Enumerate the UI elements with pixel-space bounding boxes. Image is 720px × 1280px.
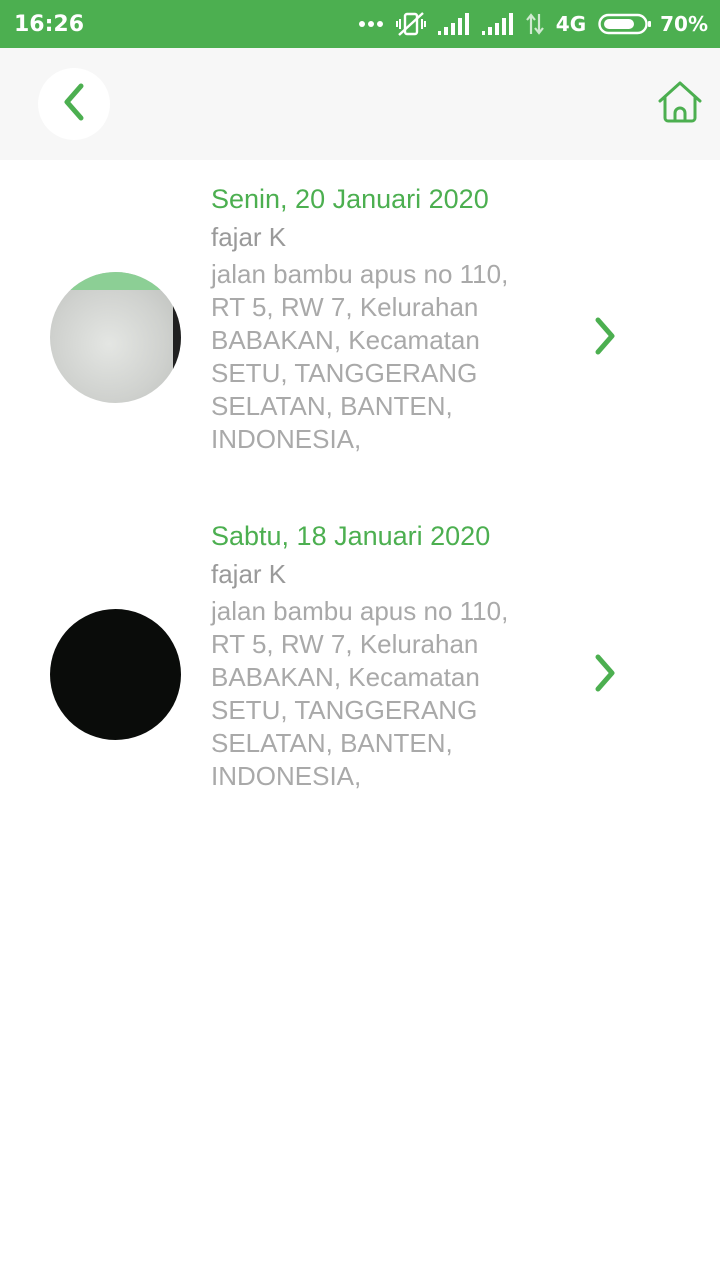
item-open-button[interactable] [590,654,620,697]
status-time: 16:26 [14,11,85,37]
item-name: fajar K [211,222,287,252]
status-icons: 4G 70% [358,11,708,37]
item-details: Senin, 20 Januari 2020 fajar K jalan bam… [211,182,571,456]
home-button[interactable] [654,78,706,130]
network-type: 4G [555,12,587,36]
chevron-right-icon [593,654,617,697]
battery-icon [598,13,652,35]
chevron-left-icon [60,82,88,127]
item-address: jalan bambu apus no 110, RT 5, RW 7, Kel… [211,259,509,454]
signal-icon [481,13,514,35]
avatar [50,272,181,403]
item-details: Sabtu, 18 Januari 2020 fajar K jalan bam… [211,519,571,793]
avatar [50,609,181,740]
list-item[interactable]: Senin, 20 Januari 2020 fajar K jalan bam… [0,160,720,497]
toolbar [0,48,720,160]
item-date: Sabtu, 18 Januari 2020 [211,521,491,551]
back-button[interactable] [38,68,110,140]
item-open-button[interactable] [590,317,620,360]
battery-percent: 70% [660,12,708,36]
chevron-right-icon [593,317,617,360]
signal-icon [437,13,470,35]
data-transfer-icon [525,12,544,36]
battery: 70% [598,12,708,36]
more-dots-icon [358,20,384,28]
home-icon [656,79,704,130]
item-date: Senin, 20 Januari 2020 [211,184,489,214]
history-list: Senin, 20 Januari 2020 fajar K jalan bam… [0,160,720,834]
status-bar: 16:26 4G 70% [0,0,720,48]
list-item[interactable]: Sabtu, 18 Januari 2020 fajar K jalan bam… [0,497,720,834]
item-name: fajar K [211,559,287,589]
item-address: jalan bambu apus no 110, RT 5, RW 7, Kel… [211,596,509,791]
vibrate-off-icon [395,11,426,37]
